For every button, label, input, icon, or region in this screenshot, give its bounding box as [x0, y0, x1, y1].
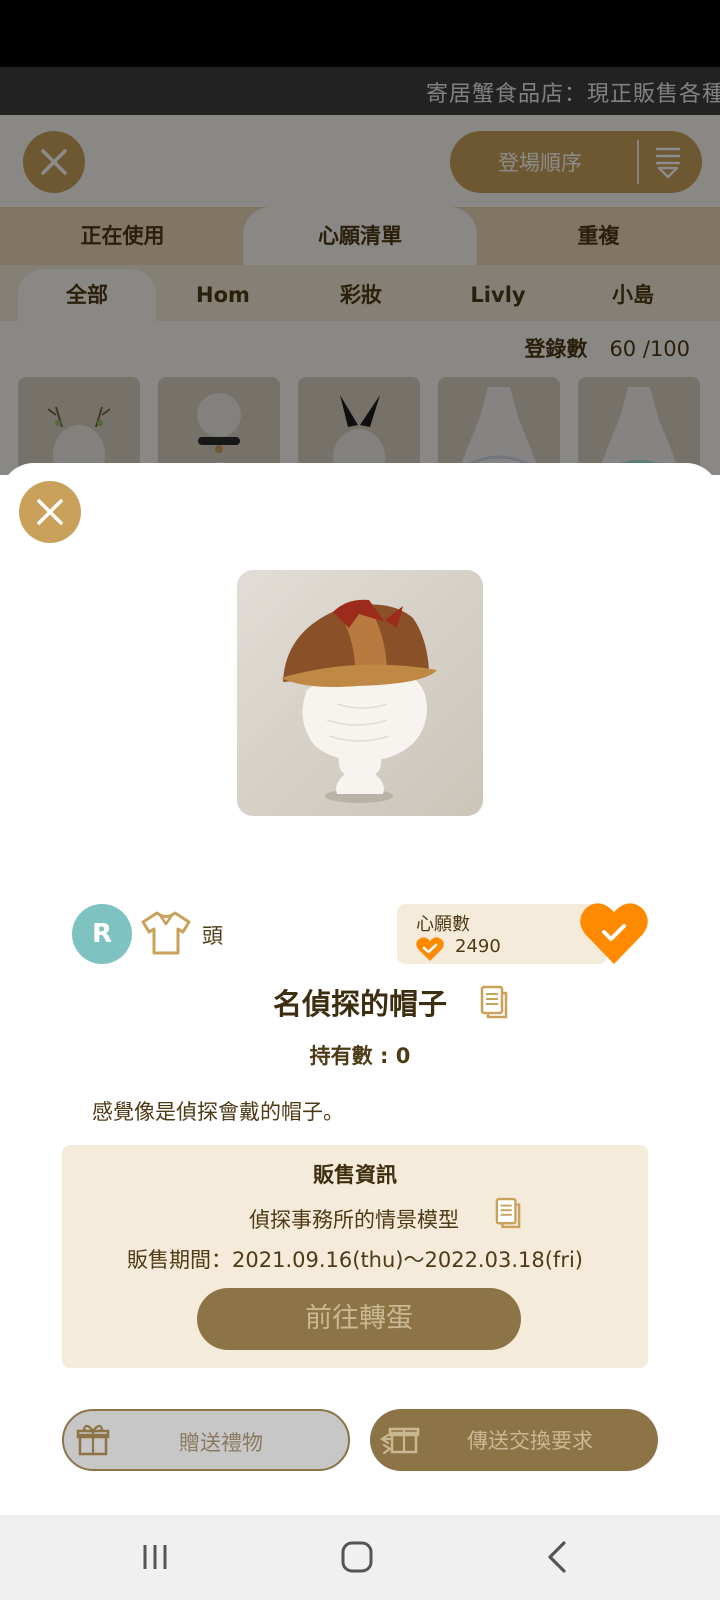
document-icon[interactable] [480, 985, 508, 1019]
home-icon[interactable] [337, 1537, 377, 1577]
trade-gift-icon [380, 1427, 420, 1455]
heart-check-icon [416, 937, 444, 961]
modal-overlay[interactable] [0, 67, 720, 475]
wishlist-heart-button[interactable] [578, 900, 650, 966]
document-icon[interactable] [495, 1197, 521, 1229]
send-gift-label: 贈送禮物 [179, 1431, 263, 1455]
close-icon [37, 499, 63, 525]
sale-model-name: 偵探事務所的情景模型 [249, 1208, 459, 1232]
send-trade-request-label: 傳送交換要求 [467, 1429, 593, 1453]
back-icon[interactable] [538, 1537, 578, 1577]
item-name: 名偵探的帽子 [272, 987, 447, 1021]
gift-icon [76, 1424, 110, 1456]
system-nav-bar [0, 1515, 720, 1600]
status-bar [0, 0, 720, 67]
send-gift-button[interactable]: 贈送禮物 [62, 1409, 350, 1471]
item-detail-sheet: R 頭 心願數 2490 名偵探的帽子 持有數 : 0 感覺像是偵探會戴的帽子。… [0, 463, 720, 1515]
wishlist-counter: 心願數 2490 [397, 904, 607, 964]
send-trade-request-button[interactable]: 傳送交換要求 [370, 1409, 658, 1471]
sale-period: 販售期間：2021.09.16(thu)～2022.03.18(fri) [127, 1248, 583, 1272]
sheet-close-button[interactable] [19, 481, 81, 543]
item-description: 感覺像是偵探會戴的帽子。 [92, 1100, 344, 1124]
owned-count: 持有數 : 0 [309, 1044, 411, 1068]
detective-hat-image [281, 599, 437, 803]
sale-info-title: 販售資訊 [313, 1163, 397, 1187]
wishlist-label: 心願數 [416, 914, 470, 935]
shirt-icon [141, 911, 191, 955]
item-image [237, 570, 483, 816]
sale-info-panel: 販售資訊 偵探事務所的情景模型 販售期間：2021.09.16(thu)～202… [62, 1145, 648, 1368]
wishlist-count: 2490 [455, 936, 501, 957]
category-label: 頭 [202, 924, 223, 948]
rarity-badge: R [72, 904, 132, 964]
go-to-gacha-button[interactable]: 前往轉蛋 [197, 1288, 521, 1350]
recent-apps-icon[interactable] [135, 1537, 175, 1577]
